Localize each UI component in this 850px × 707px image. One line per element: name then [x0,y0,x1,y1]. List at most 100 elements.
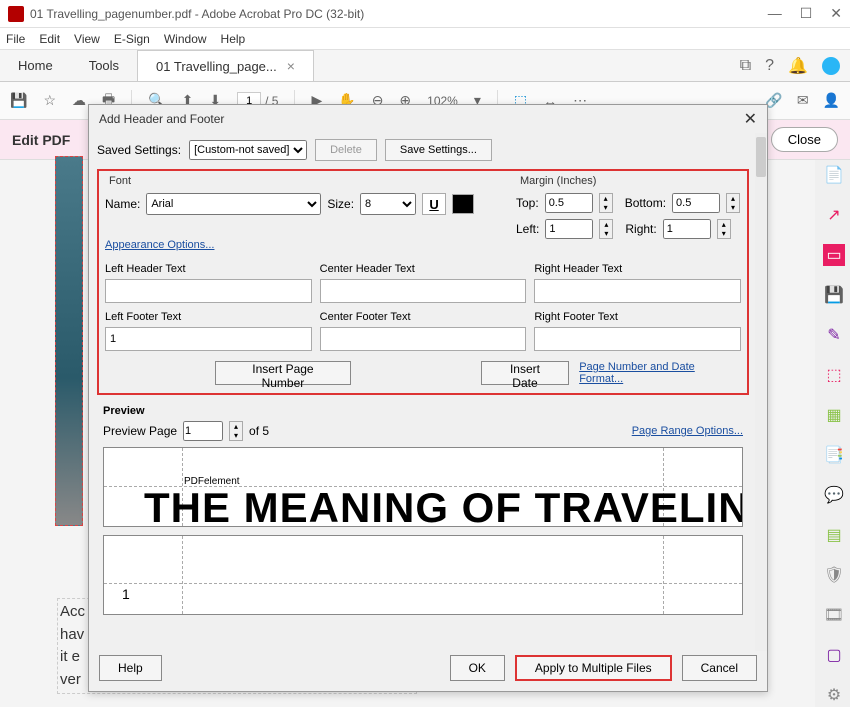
margin-bottom-label: Bottom: [625,196,666,210]
insert-date-button[interactable]: Insert Date [481,361,569,385]
form-icon[interactable]: ▢ [823,644,845,666]
font-color-swatch[interactable] [452,194,474,214]
left-footer-label: Left Footer Text [105,311,181,323]
compress-icon[interactable]: ▦ [823,404,845,426]
font-size-label: Size: [327,197,354,211]
menu-view[interactable]: View [74,32,100,46]
left-header-input[interactable] [105,279,312,303]
center-footer-input[interactable] [320,327,527,351]
protect-icon[interactable]: 🛡 [823,564,845,586]
title-bar: 01 Travelling_pagenumber.pdf - Adobe Acr… [0,0,850,28]
saved-settings-row: Saved Settings: [Custom-not saved] Delet… [97,139,749,161]
saved-settings-select[interactable]: [Custom-not saved] [189,140,307,160]
save-icon[interactable]: 💾 [10,92,27,109]
dialog-close-icon[interactable]: ✕ [744,109,757,129]
underline-button[interactable]: U [422,193,446,215]
header-text-grid: Left Header Text Center Header Text Righ… [105,263,741,303]
margin-left-input[interactable] [545,219,593,239]
redact-icon[interactable]: ▤ [823,524,845,546]
close-tab-icon[interactable]: × [287,58,295,74]
combine-icon[interactable]: 📑 [823,444,845,466]
account-icon[interactable]: 👤 [823,92,840,109]
insert-page-number-button[interactable]: Insert Page Number [215,361,352,385]
help-button[interactable]: Help [99,655,162,681]
preview-of-label: of 5 [249,424,269,438]
right-header-input[interactable] [534,279,741,303]
comment-icon[interactable]: 💬 [823,484,845,506]
media-icon[interactable]: 🎞 [823,604,845,626]
font-name-select[interactable]: Arial [146,193,321,215]
preview-page-number: 1 [122,586,130,602]
saved-settings-label: Saved Settings: [97,143,181,157]
notifications-icon[interactable]: 🔔 [788,56,808,76]
left-footer-input[interactable] [105,327,312,351]
save-settings-button[interactable]: Save Settings... [385,139,492,161]
margin-right-label: Right: [625,222,656,236]
font-legend: Font [105,175,506,187]
preview-page-spinner[interactable]: ▴▾ [229,421,243,441]
margin-right-spinner[interactable]: ▴▾ [717,219,731,239]
avatar[interactable] [822,57,840,75]
organize-icon[interactable]: ⬚ [823,364,845,386]
page-thumbnail [55,156,83,526]
tab-document[interactable]: 01 Travelling_page... × [137,50,314,81]
delete-button[interactable]: Delete [315,139,377,161]
right-header-label: Right Header Text [534,263,622,275]
app-switch-icon[interactable]: ⧉ [740,57,751,75]
margin-left-spinner[interactable]: ▴▾ [599,219,613,239]
save-cloud-icon[interactable]: 💾 [823,284,845,306]
edit-pdf-tool-icon[interactable]: ▭ [823,244,845,266]
more-tools-side-icon[interactable]: ⚙ [823,684,845,706]
margin-right-input[interactable] [663,219,711,239]
center-footer-label: Center Footer Text [320,311,411,323]
help-icon[interactable]: ? [765,57,774,75]
margin-top-input[interactable] [545,193,593,213]
preview-page-row: Preview Page ▴▾ of 5 Page Range Options.… [97,421,749,447]
export-pdf-icon[interactable]: ↗ [823,204,845,226]
menu-help[interactable]: Help [221,32,246,46]
preview-footer-pane: 1 [103,535,743,615]
menu-esign[interactable]: E-Sign [114,32,150,46]
center-header-input[interactable] [320,279,527,303]
right-footer-input[interactable] [534,327,741,351]
create-pdf-icon[interactable]: 📄 [823,164,845,186]
tab-home[interactable]: Home [0,50,71,81]
page-number-date-format-link[interactable]: Page Number and Date Format... [579,361,741,385]
center-header-label: Center Header Text [320,263,415,275]
window-controls: — ☐ ✕ [768,5,842,22]
margin-left-label: Left: [516,222,539,236]
side-tool-panel: 📄 ↗ ▭ 💾 ✎ ⬚ ▦ 📑 💬 ▤ 🛡 🎞 ▢ ⚙ [818,160,850,706]
margin-group: Margin (Inches) Top: ▴▾ Bottom: ▴▾ Left:… [516,175,741,253]
preview-page-input[interactable] [183,421,223,441]
font-name-label: Name: [105,197,140,211]
dialog-footer: Help OK Apply to Multiple Files Cancel [89,651,767,691]
window-title: 01 Travelling_pagenumber.pdf - Adobe Acr… [30,7,768,21]
footer-text-grid: Left Footer Text Center Footer Text Righ… [105,311,741,351]
preview-label: Preview [97,401,749,421]
appearance-options-link[interactable]: Appearance Options... [105,239,214,251]
sign-icon[interactable]: ✎ [823,324,845,346]
ok-button[interactable]: OK [450,655,505,681]
page-range-options-link[interactable]: Page Range Options... [632,425,743,437]
star-icon[interactable]: ☆ [43,92,56,109]
close-window-button[interactable]: ✕ [830,5,842,22]
close-edit-button[interactable]: Close [771,127,838,152]
apply-multiple-files-button[interactable]: Apply to Multiple Files [515,655,672,681]
minimize-button[interactable]: — [768,5,782,22]
menu-edit[interactable]: Edit [39,32,60,46]
font-group: Font Name: Arial Size: 8 U Appearance Op… [105,175,506,253]
menu-window[interactable]: Window [164,32,207,46]
email-icon[interactable]: ✉ [797,92,809,109]
link-icon[interactable]: 🔗 [765,92,782,109]
maximize-button[interactable]: ☐ [800,5,813,22]
tab-tools[interactable]: Tools [71,50,137,81]
menu-file[interactable]: File [6,32,25,46]
cancel-button[interactable]: Cancel [682,655,757,681]
tab-bar: Home Tools 01 Travelling_page... × ⧉ ? 🔔 [0,50,850,82]
margin-top-spinner[interactable]: ▴▾ [599,193,613,213]
preview-panes: PDFelement THE MEANING OF TRAVELING 1 [97,447,749,615]
font-size-select[interactable]: 8 [360,193,416,215]
cloud-upload-icon[interactable]: ☁ [72,92,86,109]
margin-bottom-input[interactable] [672,193,720,213]
margin-bottom-spinner[interactable]: ▴▾ [726,193,740,213]
